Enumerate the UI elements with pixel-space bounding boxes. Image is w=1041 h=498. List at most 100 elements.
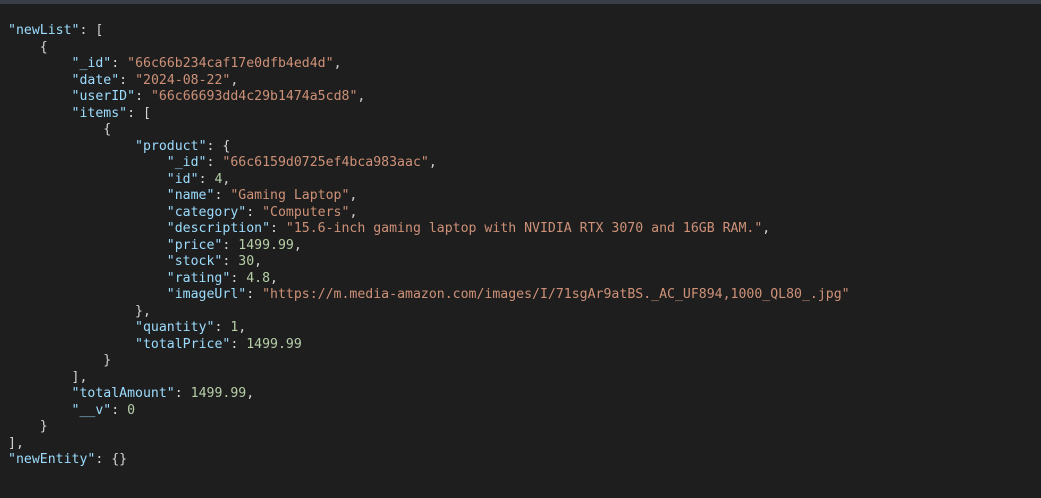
json-punctuation: : [222,254,239,269]
json-string-value: "Computers" [262,204,350,220]
code-line: "product": { [8,139,850,156]
json-punctuation: : [111,56,128,71]
code-line: "newEntity": {} [8,452,850,469]
json-key: "newList" [8,23,80,38]
code-line: } [8,353,850,370]
json-punctuation: : [ [127,105,151,121]
json-punctuation: { [39,39,48,55]
json-key: "price" [166,237,223,253]
json-punctuation: }, [135,303,151,319]
json-punctuation: : [246,204,263,220]
code-line: "totalPrice": 1499.99 [8,337,850,354]
json-number-value: 30 [238,254,255,269]
json-punctuation: } [39,419,48,434]
json-key: "name" [166,188,215,203]
code-line: { [8,40,850,57]
json-punctuation: ], [71,369,88,385]
json-key: "_id" [166,155,207,170]
code-line: "_id": "66c66b234caf17e0dfb4ed4d", [8,56,850,73]
code-line: "__v": 0 [8,403,850,420]
json-key: "newEntity" [8,452,96,467]
json-string-value: "2024-08-22" [135,72,231,88]
json-string-value: "66c66693dd4c29b1474a5cd8" [150,89,358,104]
json-punctuation: : [214,320,231,335]
json-punctuation: : [174,386,191,401]
code-line: "id": 4, [8,172,850,189]
json-key: "totalPrice" [135,336,231,352]
code-line: "items": [ [8,106,850,123]
code-line: "date": "2024-08-22", [8,73,850,90]
json-key: "date" [71,72,120,88]
json-punctuation: : [ [79,23,104,38]
code-line: ], [8,436,850,453]
json-punctuation: , [246,386,255,401]
code-line: } [8,419,850,436]
json-code-block[interactable]: "newList": [ { "_id": "66c66b234caf17e0d… [8,23,850,469]
json-punctuation: , [357,89,366,104]
json-punctuation: , [349,188,358,203]
json-key: "quantity" [135,320,215,335]
json-key: "id" [166,171,199,187]
json-string-value: "Gaming Laptop" [230,188,350,203]
code-line: "price": 1499.99, [8,238,850,255]
json-punctuation: , [222,171,231,187]
json-punctuation: , [349,204,358,220]
json-punctuation: , [293,237,302,253]
json-number-value: 0 [127,402,136,418]
json-punctuation: , [238,320,247,335]
json-punctuation: : [214,188,231,203]
json-key: "__v" [71,402,112,418]
json-key: "description" [166,221,271,236]
json-punctuation: : { [206,138,231,154]
json-string-value: "15.6-inch gaming laptop with NVIDIA RTX… [285,221,763,236]
json-key: "totalAmount" [71,386,175,401]
json-punctuation: : [230,270,247,286]
json-punctuation: : [111,402,128,418]
json-key: "items" [71,105,128,121]
code-line: "rating": 4.8, [8,271,850,288]
json-string-value: "66c66b234caf17e0dfb4ed4d" [127,56,334,71]
json-punctuation: ], [8,435,24,451]
json-key: "stock" [166,254,223,269]
code-line: "quantity": 1, [8,320,850,337]
json-string-value: "66c6159d0725ef4bca983aac" [222,155,429,170]
code-line: { [8,122,850,139]
code-line: ], [8,370,850,387]
json-key: "rating" [166,270,231,286]
json-punctuation: , [270,270,278,286]
json-number-value: 1499.99 [246,336,302,352]
code-line: }, [8,304,850,321]
json-punctuation: { [103,122,112,137]
json-punctuation: , [254,254,263,269]
json-punctuation: : [230,336,247,352]
code-line: "category": "Computers", [8,205,850,222]
json-number-value: 1499.99 [238,237,294,253]
json-punctuation: : [270,221,286,236]
code-line: "imageUrl": "https://m.media-amazon.com/… [8,287,850,304]
code-line: "userID": "66c66693dd4c29b1474a5cd8", [8,89,850,106]
json-punctuation: : [119,72,136,88]
json-punctuation: , [333,56,342,71]
code-line: "stock": 30, [8,254,850,271]
json-number-value: 4.8 [246,270,271,286]
json-punctuation: : {} [95,452,128,467]
json-number-value: 1499.99 [190,386,247,401]
json-punctuation: : [246,287,263,302]
json-key: "product" [135,138,207,154]
code-line: "_id": "66c6159d0725ef4bca983aac", [8,155,850,172]
